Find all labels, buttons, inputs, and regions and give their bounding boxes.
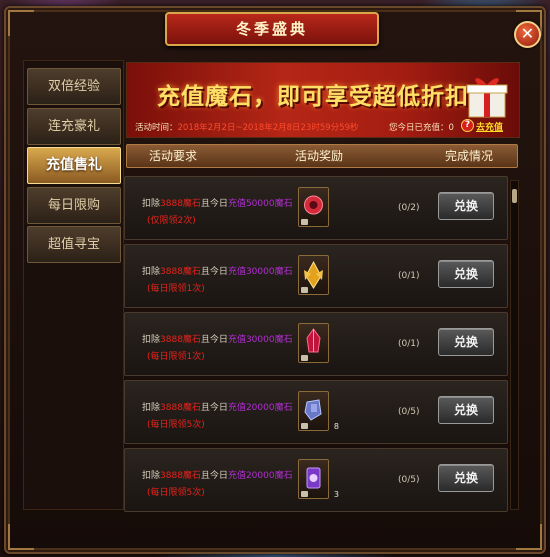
exchange-button[interactable]: 兑换 bbox=[438, 328, 494, 356]
sidebar-item-recharge-sale[interactable]: 充值售礼 bbox=[27, 147, 121, 184]
req-mid: 且今日 bbox=[200, 335, 228, 345]
banner-headline-main: 充值魔石 bbox=[157, 83, 253, 110]
req-amount: 3888魔石 bbox=[160, 403, 201, 413]
item-quantity: 3 bbox=[333, 490, 339, 499]
progress-count: (0/1) bbox=[398, 339, 420, 349]
list-item: 扣除3888魔石且今日充值20000魔石 (每日限领5次) 3 (0/5) 兑换 bbox=[124, 448, 508, 512]
req-prefix: 扣除 bbox=[142, 335, 161, 345]
help-icon[interactable]: ? bbox=[461, 119, 474, 132]
progress-count: (0/1) bbox=[398, 271, 420, 281]
scroll-thumb[interactable] bbox=[512, 189, 517, 203]
req-recharge: 充值20000魔石 bbox=[227, 403, 293, 413]
go-recharge-link[interactable]: 去充值 bbox=[476, 120, 503, 133]
req-recharge: 充值50000魔石 bbox=[227, 199, 293, 209]
bound-lock-icon bbox=[301, 423, 308, 429]
sidebar-item-double-exp[interactable]: 双倍经验 bbox=[27, 68, 121, 105]
requirement-text: 扣除3888魔石且今日充值20000魔石 bbox=[142, 468, 293, 481]
req-recharge: 充值20000魔石 bbox=[227, 471, 293, 481]
header-reward: 活动奖励 bbox=[295, 149, 344, 163]
frame-corner bbox=[8, 10, 34, 36]
sidebar-item-treasure-hunt[interactable]: 超值寻宝 bbox=[27, 226, 121, 263]
list-item: 扣除3888魔石且今日充值30000魔石 (每日限领1次) (0/1) 兑换 bbox=[124, 312, 508, 376]
req-amount: 3888魔石 bbox=[160, 267, 201, 277]
requirement-text: 扣除3888魔石且今日充值20000魔石 bbox=[142, 400, 293, 413]
exchange-button[interactable]: 兑换 bbox=[438, 192, 494, 220]
frame-corner bbox=[8, 524, 34, 550]
item-quantity: 8 bbox=[333, 422, 339, 431]
reward-list: 扣除3888魔石且今日充值50000魔石 (仅限领2次) (0/2) 兑换 扣除… bbox=[124, 170, 520, 514]
progress-count: (0/5) bbox=[398, 475, 420, 485]
window-title: 冬季盛典 bbox=[165, 12, 379, 46]
list-item: 扣除3888魔石且今日充值30000魔石 (每日限领1次) (0/1) 兑换 bbox=[124, 244, 508, 308]
req-amount: 3888魔石 bbox=[160, 335, 201, 345]
today-recharge: 您今日已充值：0 bbox=[389, 123, 454, 133]
req-prefix: 扣除 bbox=[142, 403, 161, 413]
list-item: 扣除3888魔石且今日充值20000魔石 (每日限领5次) 8 (0/5) 兑换 bbox=[124, 380, 508, 444]
claim-limit: (每日限领1次) bbox=[147, 352, 205, 362]
reward-item[interactable]: 3 bbox=[298, 459, 339, 499]
req-recharge: 充值30000魔石 bbox=[227, 335, 293, 345]
sidebar: 双倍经验 连充豪礼 充值售礼 每日限购 超值寻宝 bbox=[23, 60, 124, 510]
requirement-text: 扣除3888魔石且今日充值50000魔石 bbox=[142, 196, 293, 209]
event-time-label: 活动时间： bbox=[135, 123, 178, 133]
req-amount: 3888魔石 bbox=[160, 199, 201, 209]
req-prefix: 扣除 bbox=[142, 199, 161, 209]
frame-corner bbox=[516, 524, 542, 550]
reward-item[interactable]: 8 bbox=[298, 391, 339, 431]
event-time: 活动时间：2018年2月2日~2018年2月8日23时59分59秒 bbox=[135, 121, 358, 133]
sidebar-item-recharge-gifts[interactable]: 连充豪礼 bbox=[27, 108, 121, 145]
req-recharge: 充值30000魔石 bbox=[227, 267, 293, 277]
bound-lock-icon bbox=[301, 287, 308, 293]
close-button[interactable]: ✕ bbox=[514, 21, 541, 48]
requirement-text: 扣除3888魔石且今日充值30000魔石 bbox=[142, 264, 293, 277]
claim-limit: (每日限领1次) bbox=[147, 284, 205, 294]
claim-limit: (每日限领5次) bbox=[147, 420, 205, 430]
bound-lock-icon bbox=[301, 219, 308, 225]
bound-lock-icon bbox=[301, 355, 308, 361]
bound-lock-icon bbox=[301, 491, 308, 497]
header-status: 完成情况 bbox=[445, 149, 494, 163]
sidebar-item-daily-limited[interactable]: 每日限购 bbox=[27, 187, 121, 224]
banner-headline-rest: ，即可享受超低折扣 bbox=[253, 83, 469, 110]
req-mid: 且今日 bbox=[200, 471, 228, 481]
req-mid: 且今日 bbox=[200, 199, 228, 209]
event-time-value: 2018年2月2日~2018年2月8日23时59分59秒 bbox=[177, 123, 359, 133]
list-item: 扣除3888魔石且今日充值50000魔石 (仅限领2次) (0/2) 兑换 bbox=[124, 176, 508, 240]
progress-count: (0/2) bbox=[398, 203, 420, 213]
table-header: 活动要求 活动奖励 完成情况 bbox=[126, 144, 518, 168]
reward-item[interactable] bbox=[298, 323, 329, 363]
req-prefix: 扣除 bbox=[142, 471, 161, 481]
claim-limit: (仅限领2次) bbox=[147, 216, 196, 226]
header-requirement: 活动要求 bbox=[149, 149, 198, 163]
reward-item[interactable] bbox=[298, 255, 329, 295]
req-mid: 且今日 bbox=[200, 403, 228, 413]
reward-item[interactable] bbox=[298, 187, 329, 227]
banner-headline: 充值魔石，即可享受超低折扣 bbox=[157, 77, 469, 111]
exchange-button[interactable]: 兑换 bbox=[438, 464, 494, 492]
exchange-button[interactable]: 兑换 bbox=[438, 260, 494, 288]
progress-count: (0/5) bbox=[398, 407, 420, 417]
requirement-text: 扣除3888魔石且今日充值30000魔石 bbox=[142, 332, 293, 345]
claim-limit: (每日限领5次) bbox=[147, 488, 205, 498]
req-mid: 且今日 bbox=[200, 267, 228, 277]
exchange-button[interactable]: 兑换 bbox=[438, 396, 494, 424]
list-scrollbar[interactable] bbox=[510, 180, 519, 510]
promo-banner: 充值魔石，即可享受超低折扣 活动时间：2018年2月2日~2018年2月8日23… bbox=[126, 62, 520, 138]
req-prefix: 扣除 bbox=[142, 267, 161, 277]
req-amount: 3888魔石 bbox=[160, 471, 201, 481]
gift-box-icon bbox=[466, 78, 508, 118]
